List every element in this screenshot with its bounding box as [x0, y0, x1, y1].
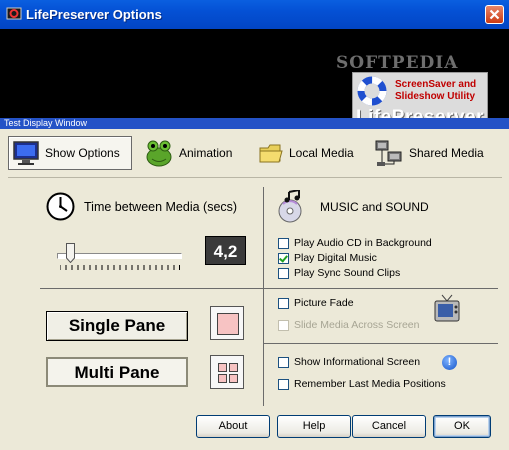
checkbox-label: Picture Fade	[294, 297, 354, 309]
close-x-icon	[489, 9, 500, 20]
app-icon	[6, 7, 22, 20]
checkbox-play-audio-cd[interactable]: Play Audio CD in Background	[278, 236, 432, 250]
single-pane-button[interactable]: Single Pane	[46, 311, 188, 341]
watermark: SOFTPEDIA	[336, 53, 459, 73]
ok-button[interactable]: OK	[433, 415, 491, 438]
life-ring-icon	[357, 76, 387, 106]
checkbox-play-sync-sound[interactable]: Play Sync Sound Clips	[278, 266, 400, 280]
checkbox[interactable]	[278, 356, 289, 368]
cd-music-icon	[278, 190, 302, 223]
checkbox-label: Play Digital Music	[294, 252, 377, 264]
tab-label: Show Options	[45, 146, 120, 160]
divider	[263, 343, 498, 344]
logo-tagline: ScreenSaver and Slideshow Utility	[395, 79, 477, 102]
tab-label: Animation	[179, 146, 233, 160]
test-display-window: SOFTPEDIA ScreenSaver and Slideshow Util…	[0, 29, 509, 128]
checkbox-label: Slide Media Across Screen	[294, 319, 420, 331]
checkbox-label: Show Informational Screen	[294, 356, 421, 368]
checkbox[interactable]	[278, 297, 289, 309]
checkbox[interactable]	[278, 267, 289, 279]
checkbox-picture-fade[interactable]: Picture Fade	[278, 296, 354, 310]
about-button[interactable]: About	[196, 415, 270, 438]
info-icon[interactable]: !	[442, 355, 457, 370]
checkbox[interactable]	[278, 237, 289, 249]
divider	[40, 288, 498, 289]
single-pane-preview-icon[interactable]	[210, 306, 244, 340]
tab-local-media[interactable]: Local Media	[258, 136, 358, 170]
close-button[interactable]	[485, 5, 504, 24]
folder-icon	[259, 144, 283, 163]
music-heading: MUSIC and SOUND	[320, 200, 429, 214]
checkbox-label: Play Sync Sound Clips	[294, 267, 401, 279]
multi-pane-button[interactable]: Multi Pane	[46, 357, 188, 387]
timing-slider-track[interactable]	[57, 253, 182, 259]
display-caption: Test Display Window	[0, 118, 509, 129]
multi-pane-preview-icon[interactable]	[210, 355, 244, 389]
help-button[interactable]: Help	[277, 415, 351, 438]
checkbox	[278, 319, 289, 331]
timing-value-display: 4,2	[205, 236, 246, 265]
tab-label: Shared Media	[409, 146, 484, 160]
frog-icon	[146, 140, 172, 167]
window-title: LifePreserver Options	[26, 7, 162, 22]
divider	[263, 187, 264, 406]
checkbox-play-digital-music[interactable]: Play Digital Music	[278, 251, 377, 265]
tab-shared-media[interactable]: Shared Media	[374, 136, 494, 170]
checkbox-remember-positions[interactable]: Remember Last Media Positions	[278, 377, 446, 391]
clock-icon	[46, 192, 75, 221]
checkbox-slide-media: Slide Media Across Screen	[278, 318, 419, 332]
timing-heading: Time between Media (secs)	[84, 200, 238, 214]
monitor-icon	[13, 141, 39, 165]
checkbox[interactable]	[278, 252, 289, 264]
tab-animation[interactable]: Animation	[144, 136, 244, 170]
cancel-button[interactable]: Cancel	[352, 415, 426, 438]
tv-icon	[434, 294, 460, 322]
tab-label: Local Media	[289, 146, 354, 160]
checkbox-label: Remember Last Media Positions	[294, 378, 446, 390]
tab-show-options[interactable]: Show Options	[8, 136, 132, 170]
checkbox-label: Play Audio CD in Background	[294, 237, 432, 249]
slider-ticks	[60, 265, 180, 270]
checkbox-show-informational-screen[interactable]: Show Informational Screen	[278, 355, 420, 369]
timing-slider-thumb[interactable]	[66, 243, 75, 263]
checkbox[interactable]	[278, 378, 289, 390]
network-computers-icon	[375, 140, 402, 166]
